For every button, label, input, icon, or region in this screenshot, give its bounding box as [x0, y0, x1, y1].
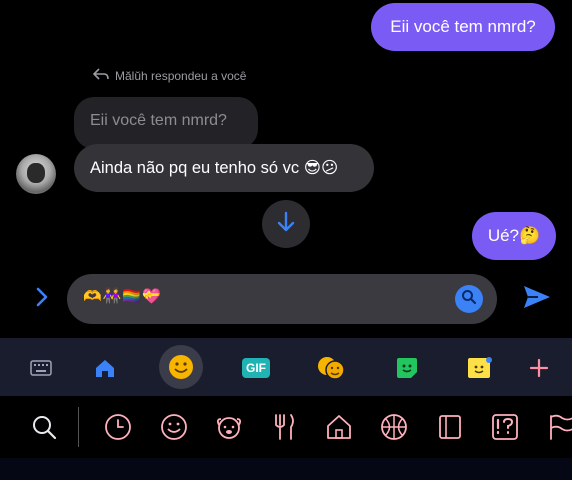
- send-button[interactable]: [520, 284, 554, 314]
- symbols-category-icon[interactable]: [489, 411, 521, 443]
- recent-clock-icon[interactable]: [102, 411, 134, 443]
- message-text: Ué?🤔: [487, 226, 541, 245]
- keyboard-icon[interactable]: [21, 348, 61, 388]
- search-icon: [461, 289, 477, 310]
- plus-icon[interactable]: [519, 348, 559, 388]
- animal-category-icon[interactable]: [213, 411, 245, 443]
- send-icon: [522, 284, 552, 315]
- home-icon[interactable]: [85, 348, 125, 388]
- emoji-category-bar: [0, 397, 572, 457]
- activity-category-icon[interactable]: [378, 411, 410, 443]
- emoji-search-icon[interactable]: [28, 411, 60, 443]
- emoji-icon[interactable]: [159, 345, 203, 389]
- category-divider: [78, 407, 79, 447]
- gif-button[interactable]: GIF: [236, 348, 276, 388]
- objects-category-icon[interactable]: [434, 411, 466, 443]
- reply-indicator-text: Mălŭh respondeu a você: [115, 68, 247, 83]
- flags-category-icon[interactable]: [545, 411, 572, 443]
- reply-indicator: Mălŭh respondeu a você: [92, 68, 247, 83]
- arrow-down-icon: [276, 211, 296, 238]
- sticker-icon[interactable]: [387, 348, 427, 388]
- sticky-note-icon[interactable]: [460, 348, 500, 388]
- quoted-text: Eii você tem nmrd?: [90, 112, 227, 129]
- message-input[interactable]: 🫶👭🏳️‍🌈💝: [67, 274, 497, 324]
- message-text: Ainda não pq eu tenho só vc 😎😕: [90, 159, 339, 177]
- travel-category-icon[interactable]: [323, 411, 355, 443]
- avatar[interactable]: [16, 154, 56, 194]
- expand-button[interactable]: [30, 286, 54, 312]
- gif-label: GIF: [242, 358, 270, 378]
- chevron-right-icon: [35, 287, 49, 312]
- reply-arrow-icon: [92, 68, 109, 83]
- avatar-face: [27, 163, 45, 183]
- food-category-icon[interactable]: [268, 411, 300, 443]
- quoted-message[interactable]: Eii você tem nmrd?: [74, 97, 258, 149]
- keyboard-toolbar: GIF: [0, 338, 572, 396]
- search-emoji-button[interactable]: [455, 285, 483, 313]
- theater-masks-icon[interactable]: [311, 348, 351, 388]
- outgoing-message[interactable]: Ué?🤔: [472, 212, 556, 260]
- scroll-to-bottom-button[interactable]: [262, 200, 310, 248]
- outgoing-message[interactable]: Eii você tem nmrd?: [371, 3, 555, 51]
- message-text: Eii você tem nmrd?: [390, 17, 536, 36]
- smiley-category-icon[interactable]: [158, 411, 190, 443]
- emoji-grid-edge: [0, 458, 572, 480]
- message-input-text: 🫶👭🏳️‍🌈💝: [83, 288, 162, 305]
- incoming-message[interactable]: Ainda não pq eu tenho só vc 😎😕: [74, 144, 374, 192]
